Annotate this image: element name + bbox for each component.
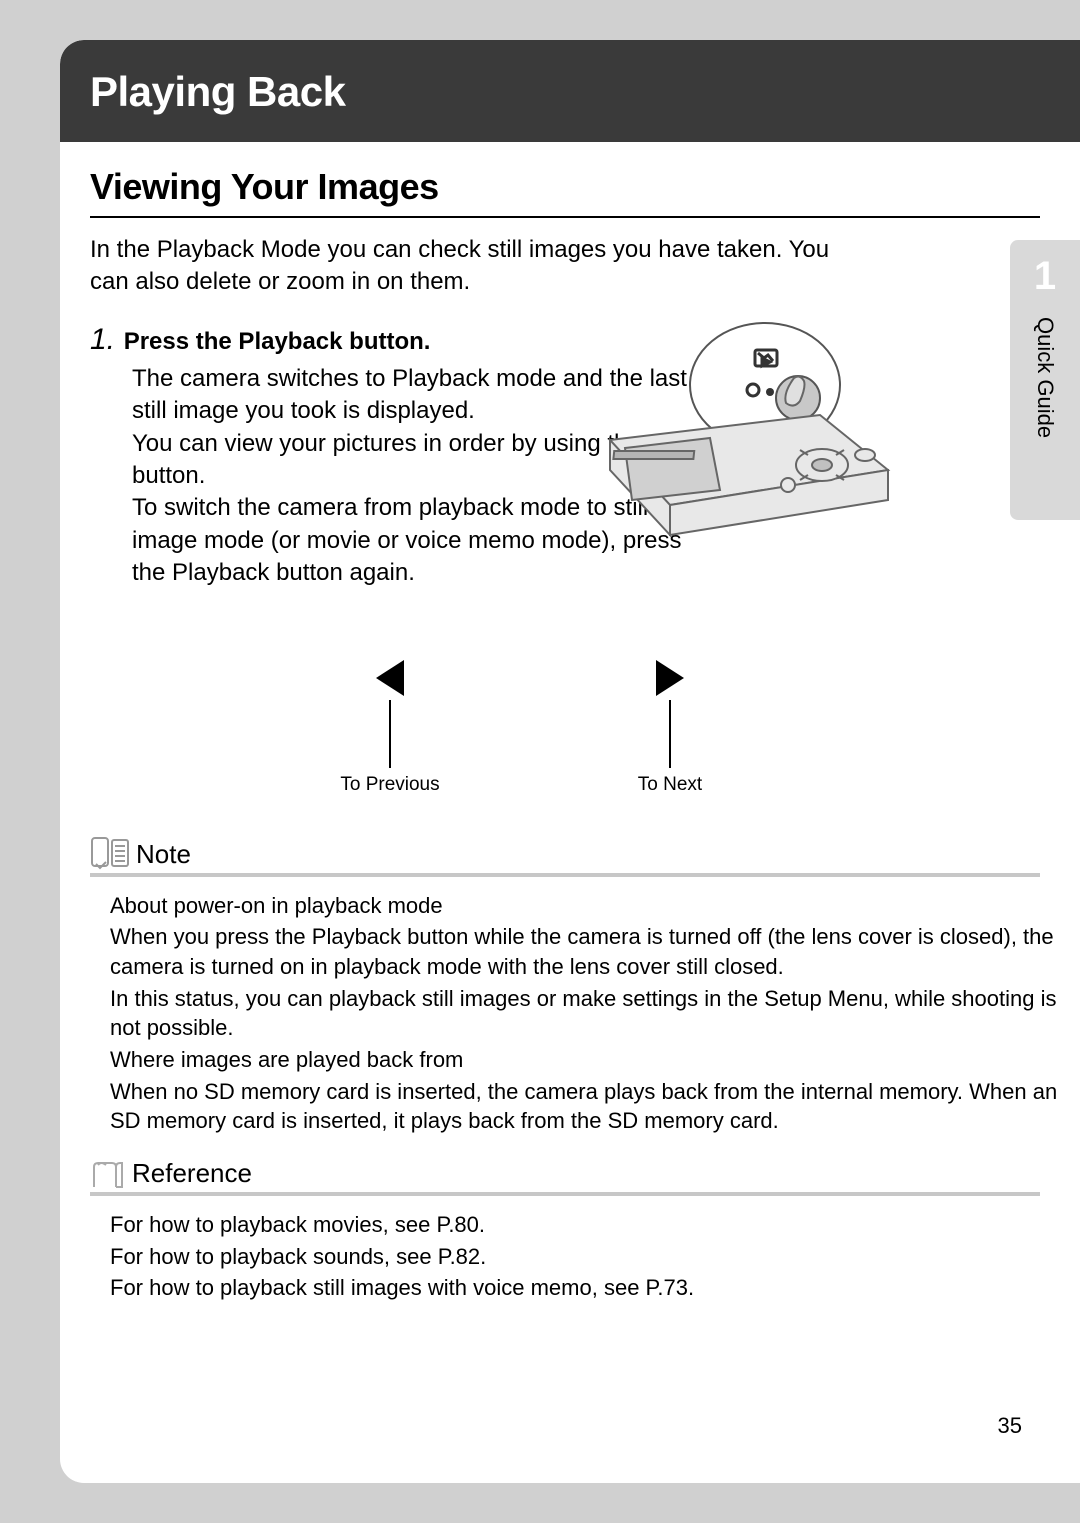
nav-connector-line bbox=[389, 700, 391, 768]
note-line: Where images are played back from bbox=[110, 1045, 1080, 1075]
manual-page: Playing Back Viewing Your Images In the … bbox=[60, 40, 1080, 1483]
note-line: When you press the Playback button while… bbox=[110, 922, 1080, 981]
reference-heading: Reference bbox=[90, 1158, 1040, 1196]
reference-line: For how to playback movies, see P.80. bbox=[110, 1210, 1080, 1240]
nav-diagram: To Previous To Next bbox=[320, 660, 740, 796]
reference-title: Reference bbox=[132, 1158, 252, 1189]
side-tab-label: Quick Guide bbox=[1032, 317, 1058, 438]
note-line: In this status, you can playback still i… bbox=[110, 984, 1080, 1043]
chapter-title-bar: Playing Back bbox=[60, 40, 1080, 142]
note-body: About power-on in playback mode When you… bbox=[110, 891, 1080, 1137]
reference-line: For how to playback sounds, see P.82. bbox=[110, 1242, 1080, 1272]
note-callout: Note About power-on in playback mode Whe… bbox=[90, 836, 1080, 1137]
nav-connector-line bbox=[669, 700, 671, 768]
left-arrow-icon bbox=[376, 660, 404, 696]
chapter-title: Playing Back bbox=[90, 68, 345, 115]
right-arrow-icon bbox=[656, 660, 684, 696]
reference-icon bbox=[90, 1159, 126, 1189]
note-title: Note bbox=[136, 839, 191, 870]
side-tab-number: 1 bbox=[1034, 254, 1056, 299]
note-line: About power-on in playback mode bbox=[110, 891, 1080, 921]
intro-text: In the Playback Mode you can check still… bbox=[90, 234, 1080, 299]
nav-previous: To Previous bbox=[320, 660, 460, 796]
reference-body: For how to playback movies, see P.80. Fo… bbox=[110, 1210, 1080, 1303]
note-heading: Note bbox=[90, 836, 1040, 877]
section-title: Viewing Your Images bbox=[90, 166, 1040, 218]
note-icon bbox=[90, 836, 130, 870]
nav-next: To Next bbox=[600, 660, 740, 796]
camera-illustration bbox=[570, 320, 910, 550]
reference-callout: Reference For how to playback movies, se… bbox=[90, 1158, 1080, 1303]
reference-line: For how to playback still images with vo… bbox=[110, 1273, 1080, 1303]
chapter-side-tab: 1 Quick Guide bbox=[1010, 240, 1080, 520]
step-number: 1. bbox=[90, 323, 115, 356]
step-title: Press the Playback button. bbox=[124, 328, 431, 355]
nav-previous-label: To Previous bbox=[340, 774, 439, 796]
page-number: 35 bbox=[998, 1413, 1022, 1439]
page-content: Viewing Your Images In the Playback Mode… bbox=[60, 142, 1080, 1303]
note-line: When no SD memory card is inserted, the … bbox=[110, 1077, 1080, 1136]
nav-next-label: To Next bbox=[638, 774, 702, 796]
